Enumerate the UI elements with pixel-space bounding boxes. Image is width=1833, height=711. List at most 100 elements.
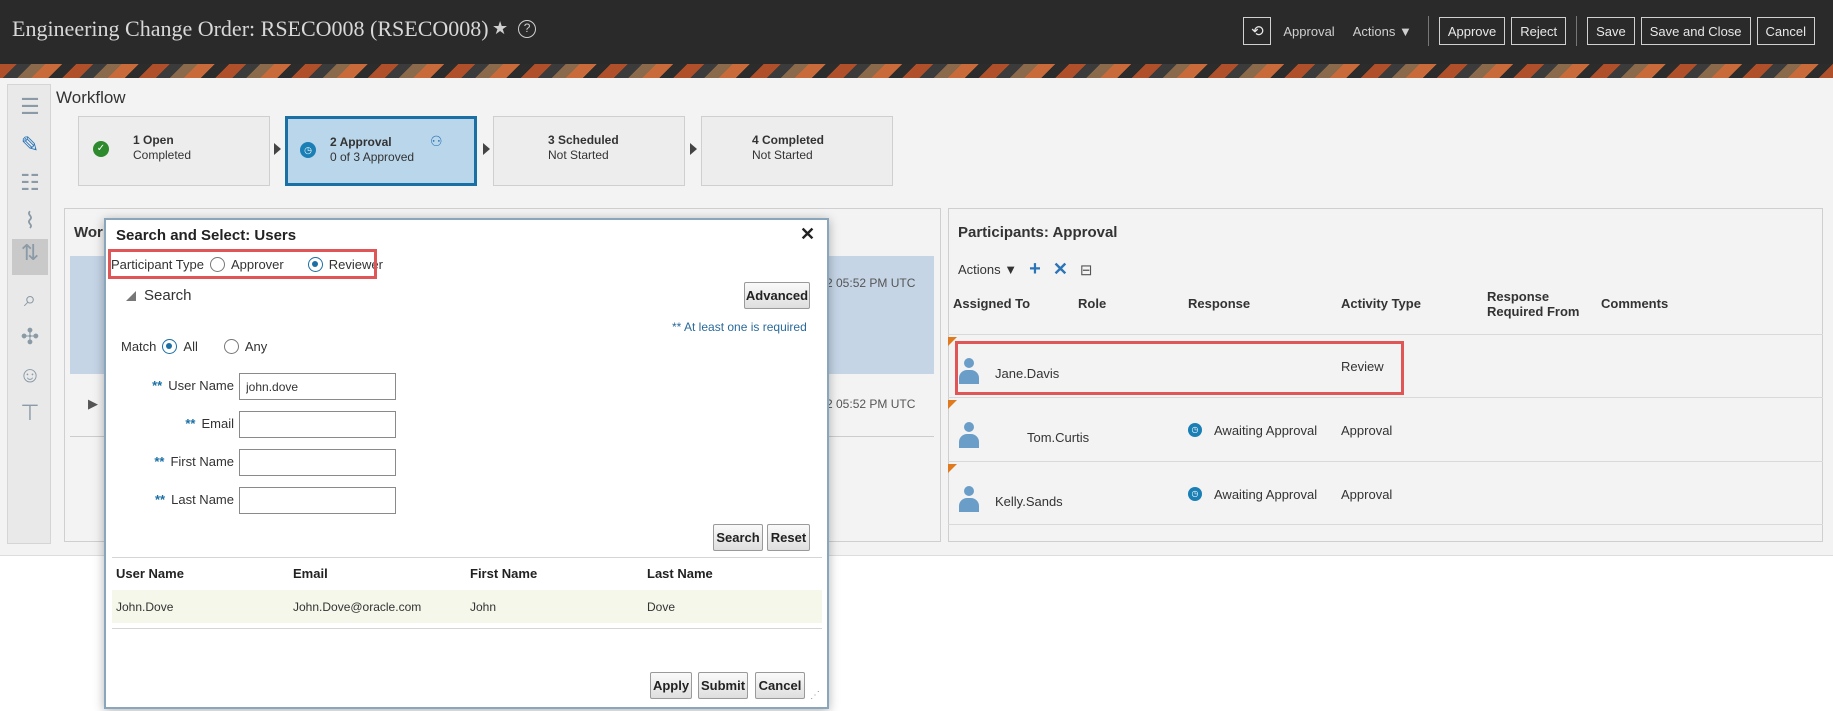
first-name-label: ** First Name	[140, 454, 234, 469]
field-label-text: First Name	[170, 454, 234, 469]
list-icon[interactable]: ☰	[16, 93, 44, 121]
divider	[112, 628, 822, 629]
refresh-icon[interactable]: ⟲	[1243, 17, 1272, 45]
workflow-step-completed[interactable]: 4 Completed Not Started	[701, 116, 893, 186]
reset-button[interactable]: Reset	[767, 524, 810, 551]
delete-icon[interactable]: ✕	[1053, 259, 1068, 280]
highlight-box	[955, 341, 1404, 395]
close-icon[interactable]: ✕	[800, 224, 815, 245]
cancel-button[interactable]: Cancel	[1756, 17, 1815, 45]
edit-document-icon[interactable]: ✎	[16, 131, 44, 159]
structure-icon[interactable]: ⊤	[16, 399, 44, 427]
collapse-icon	[126, 290, 136, 301]
search-section-header[interactable]: Search	[126, 287, 192, 304]
response-status: Awaiting Approval	[1214, 423, 1318, 438]
workflow-step-scheduled[interactable]: 3 Scheduled Not Started	[493, 116, 685, 186]
work-panel-title: Wor	[74, 224, 103, 241]
cancel-button[interactable]: Cancel	[755, 672, 805, 699]
divider	[948, 334, 1823, 335]
people-icon[interactable]: ☺	[16, 361, 44, 389]
step-arrow-icon	[690, 143, 697, 155]
last-name-input[interactable]	[239, 487, 396, 514]
step-arrow-icon	[483, 143, 490, 155]
column-header[interactable]: Comments	[1601, 296, 1668, 311]
search-document-icon[interactable]: ⌕	[16, 285, 44, 313]
match-any-label[interactable]: Any	[245, 339, 267, 354]
actions-menu[interactable]: Actions ▼	[958, 262, 1017, 277]
required-marker: **	[185, 416, 196, 431]
left-rail: ☰ ✎ ☷ ⌇ ⇅ ⌕ ✣ ☺ ⊤	[7, 84, 51, 544]
required-marker: **	[155, 492, 166, 507]
help-icon[interactable]: ?	[518, 19, 537, 38]
match-all-radio[interactable]	[162, 339, 178, 354]
apply-button[interactable]: Apply	[650, 672, 692, 699]
required-marker: **	[154, 454, 165, 469]
table-row[interactable]	[112, 590, 822, 623]
column-header[interactable]: Role	[1078, 296, 1106, 311]
column-header[interactable]: Required From	[1487, 304, 1579, 319]
required-marker: **	[152, 378, 163, 393]
column-header[interactable]: Email	[293, 566, 328, 581]
table-cell: John	[470, 600, 497, 614]
column-header[interactable]: First Name	[470, 566, 537, 581]
actions-menu-label: Actions	[1352, 23, 1396, 39]
chevron-down-icon: ▼	[1004, 262, 1018, 277]
email-input[interactable]	[239, 411, 396, 438]
activity-type: Approval	[1341, 487, 1393, 502]
star-icon[interactable]: ★	[492, 18, 508, 39]
avatar	[959, 422, 979, 450]
divider	[1427, 16, 1429, 46]
field-label-text: Last Name	[171, 492, 234, 507]
expand-icon[interactable]: ▶	[88, 396, 98, 412]
submit-button[interactable]: Submit	[698, 672, 748, 699]
approve-button[interactable]: Approve	[1438, 17, 1506, 45]
column-header[interactable]: Last Name	[647, 566, 713, 581]
step-status: Not Started	[548, 148, 609, 162]
table-cell: John.Dove	[116, 600, 174, 614]
match-any-radio[interactable]	[223, 339, 239, 354]
table-cell: John.Dove@oracle.com	[293, 600, 422, 614]
advanced-button[interactable]: Advanced	[744, 282, 810, 309]
timestamp: 2 05:52 PM UTC	[826, 397, 916, 411]
clock-icon: ◷	[1188, 487, 1202, 501]
search-button[interactable]: Search	[713, 524, 763, 551]
detach-icon[interactable]: ⊟	[1080, 261, 1093, 279]
step-arrow-icon	[274, 143, 281, 155]
flag-icon	[948, 464, 957, 473]
resize-grip-icon[interactable]: ⋰	[810, 690, 820, 701]
workflow-icon[interactable]: ⇅	[12, 239, 48, 275]
field-label-text: User Name	[168, 378, 234, 393]
save-and-close-button[interactable]: Save and Close	[1640, 17, 1751, 45]
save-button[interactable]: Save	[1587, 17, 1635, 45]
group-icon: ⚇	[430, 133, 443, 149]
step-status: Completed	[133, 148, 192, 162]
first-name-input[interactable]	[239, 449, 396, 476]
column-header[interactable]: Response	[1188, 296, 1250, 311]
add-icon[interactable]: +	[1029, 258, 1041, 281]
match-label: Match	[121, 339, 157, 354]
attachment-icon[interactable]: ⌇	[16, 207, 44, 235]
column-header[interactable]: Activity Type	[1341, 296, 1421, 311]
highlight-box	[108, 249, 377, 279]
required-note: ** At least one is required	[672, 320, 807, 334]
column-header[interactable]: Assigned To	[953, 296, 1030, 311]
clock-icon: ◷	[1188, 423, 1202, 437]
user-name-label: ** User Name	[140, 378, 234, 393]
step-title: 2 Approval	[330, 135, 392, 149]
check-icon: ✓	[93, 141, 109, 157]
email-label: ** Email	[140, 416, 234, 431]
checklist-icon[interactable]: ☷	[16, 169, 44, 197]
network-icon[interactable]: ✣	[16, 323, 44, 351]
column-header[interactable]: Response	[1487, 289, 1549, 304]
last-name-label: ** Last Name	[140, 492, 234, 507]
workflow-step-open[interactable]: ✓ 1 Open Completed	[78, 116, 270, 186]
header-actions: ⟲ Approval Actions ▼ Approve Reject Save…	[1243, 16, 1815, 46]
search-section-label: Search	[144, 287, 192, 304]
column-header[interactable]: User Name	[116, 566, 184, 581]
workflow-step-approval[interactable]: ◷ 2 Approval 0 of 3 Approved ⚇	[285, 116, 477, 186]
reject-button[interactable]: Reject	[1511, 17, 1567, 45]
match-all-label[interactable]: All	[183, 339, 197, 354]
flag-icon	[948, 400, 957, 409]
actions-menu[interactable]: Actions ▼	[1347, 17, 1418, 45]
user-name-input[interactable]	[239, 373, 396, 400]
